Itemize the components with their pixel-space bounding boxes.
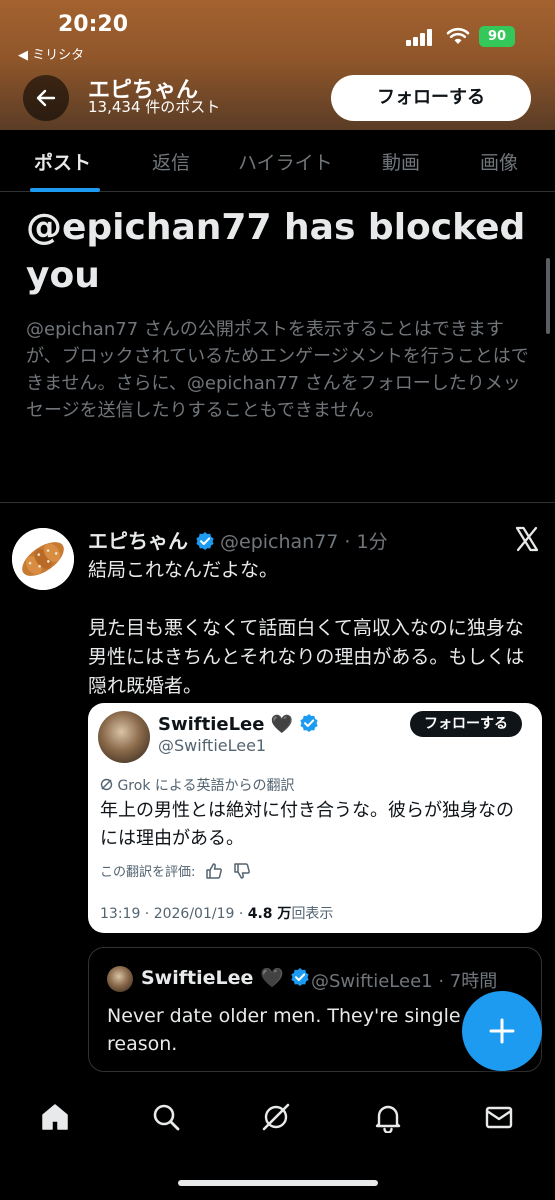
arrow-left-icon [36,89,56,107]
translation-note-label: Grok による英語からの翻訳 [117,778,295,794]
search-icon [153,1104,180,1131]
nav-home[interactable] [38,1100,72,1134]
back-to-app-link[interactable]: ◀ ミリシタ [18,44,84,63]
status-bar: 20:20 ◀ ミリシタ 90 [0,0,555,70]
back-button[interactable] [23,75,69,121]
avatar[interactable] [12,528,74,590]
quote-author-label: SwiftieLee 🖤 [158,714,294,735]
scrollbar[interactable] [546,258,550,334]
quoted-post-card[interactable]: SwiftieLee 🖤 @SwiftieLee1 フォローする Grok によ… [88,703,542,933]
nav-notifications[interactable] [371,1100,405,1134]
post-author-name: エピちゃん [88,529,188,553]
quote2-author-name: SwiftieLee 🖤 [141,967,284,989]
post-count: 13,434 件のポスト [88,98,221,116]
home-icon [42,1104,68,1130]
blocked-description: @epichan77 さんの公開ポストを表示することはできますが、ブロックされて… [26,319,529,421]
battery-indicator: 90 [479,26,515,47]
quote-text: 年上の男性とは絶対に付き合うな。彼らが独身なのには理由がある。 [100,800,514,849]
rate-translation: この翻訳を評価: [100,861,251,880]
quote-handle[interactable]: @SwiftieLee1 [158,736,266,755]
verified-badge-icon [196,532,214,550]
tab-highlights[interactable]: ハイライト [238,148,333,175]
tab-posts[interactable]: ポスト [34,148,91,175]
view-count-label: 回表示 [291,906,334,922]
divider [0,502,555,503]
verified-badge-icon [291,968,309,986]
signal-icon [406,28,436,46]
nav-grok[interactable] [259,1100,293,1134]
thumbs-up-icon[interactable] [205,862,223,880]
quote-timestamp: 13:19 · 2026/01/19 · [100,906,248,922]
post-author[interactable]: エピちゃん [88,525,215,554]
quote-follow-button[interactable]: フォローする [410,711,522,737]
rate-translation-label: この翻訳を評価: [100,865,196,880]
x-logo-icon[interactable] [514,526,540,552]
plus-icon [489,1018,515,1044]
verified-badge-icon [300,714,319,732]
quote2-handle[interactable]: @SwiftieLee1 · 7時間 [311,967,497,993]
bread-avatar-icon [12,528,74,590]
bell-icon [375,1105,401,1133]
translation-note: Grok による英語からの翻訳 [100,775,294,795]
thumbs-down-icon[interactable] [233,862,251,880]
quote-meta: 13:19 · 2026/01/19 · 4.8 万回表示 [100,903,333,923]
grok-icon [262,1103,290,1131]
translate-icon [100,778,113,791]
active-tab-indicator [30,188,100,192]
quote2-avatar[interactable] [107,966,133,992]
clock: 20:20 [58,12,129,37]
profile-tabs: ポスト 返信 ハイライト 動画 画像 [0,130,555,192]
blocked-title: @epichan77 has blocked you [26,207,526,296]
mail-icon [485,1106,513,1129]
tab-replies[interactable]: 返信 [152,148,190,175]
nav-search[interactable] [149,1100,183,1134]
tab-videos[interactable]: 動画 [382,148,420,175]
quote-avatar[interactable] [98,711,150,763]
quote-author-name[interactable]: SwiftieLee 🖤 [158,713,319,735]
wifi-icon [446,27,470,44]
profile-header: エピちゃん 13,434 件のポスト フォローする [0,70,555,130]
post-text: 結局これなんだよな。 見た目も悪くなくて話面白くて高収入なのに独身な男性にはきち… [88,559,525,697]
compose-button[interactable] [462,991,542,1071]
home-indicator[interactable] [178,1180,378,1186]
nav-messages[interactable] [482,1100,516,1134]
post-handle[interactable]: @epichan77 · 1分 [220,527,388,554]
tab-images[interactable]: 画像 [480,148,518,175]
quote2-author[interactable]: SwiftieLee 🖤 [141,966,310,989]
view-count: 4.8 万 [247,906,292,922]
follow-button[interactable]: フォローする [331,75,531,121]
